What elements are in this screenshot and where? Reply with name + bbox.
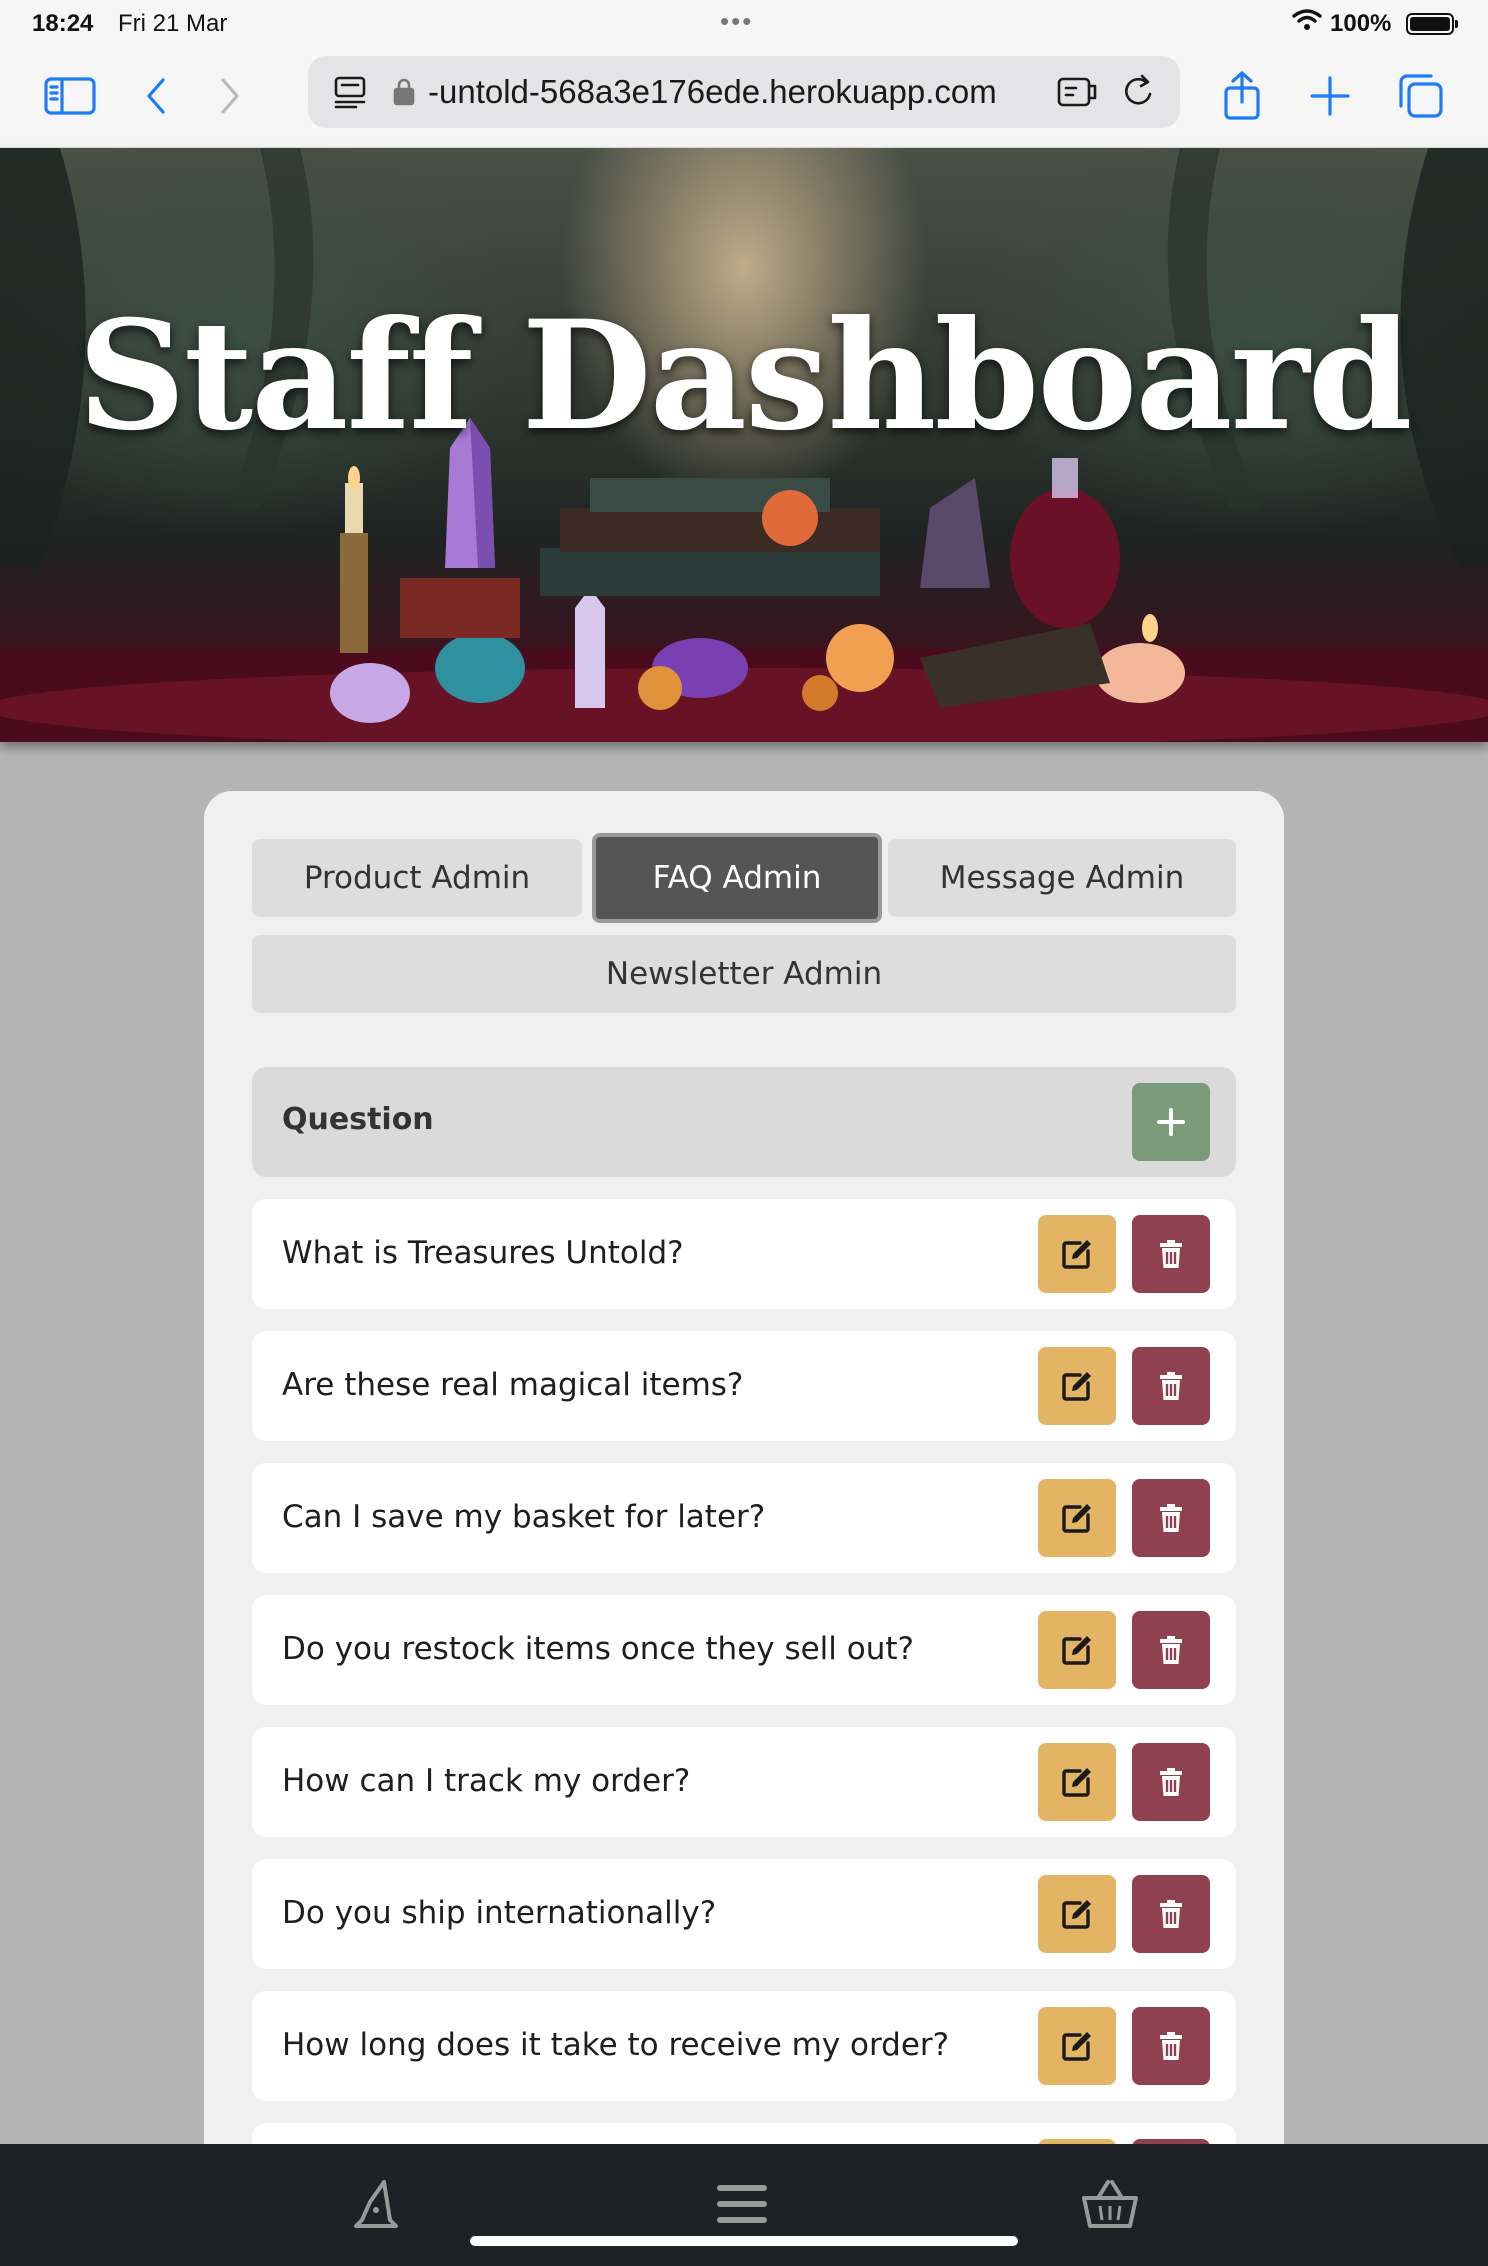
add-faq-button[interactable]: [1132, 1083, 1210, 1161]
faq-table-header: Question: [252, 1067, 1236, 1177]
edit-faq-button[interactable]: [1038, 1479, 1116, 1557]
faq-question-text: Are these real magical items?: [282, 1367, 744, 1403]
wifi-icon: [1292, 9, 1322, 30]
delete-faq-button[interactable]: [1132, 2007, 1210, 2085]
hero-banner: Staff Dashboard: [0, 148, 1488, 742]
wizard-hat-icon[interactable]: [346, 2174, 406, 2234]
faq-row: How can I track my order?: [252, 1727, 1236, 1837]
url-text[interactable]: -untold-568a3e176ede.herokuapp.com: [428, 73, 997, 111]
forward-icon[interactable]: [202, 70, 258, 122]
edit-icon: [1062, 1372, 1091, 1401]
battery-icon: [1406, 13, 1458, 35]
edit-faq-button[interactable]: [1038, 1215, 1116, 1293]
faq-row: How long does it take to receive my orde…: [252, 1991, 1236, 2101]
multitasking-dots-icon[interactable]: •••: [720, 6, 753, 37]
edit-faq-button[interactable]: [1038, 1875, 1116, 1953]
plus-icon: [1157, 1108, 1185, 1136]
tab-newsletter-admin[interactable]: Newsletter Admin: [252, 935, 1236, 1013]
menu-icon[interactable]: [712, 2174, 772, 2234]
faq-question-text: What is Treasures Untold?: [282, 1235, 684, 1271]
reader-icon[interactable]: [332, 74, 368, 110]
back-icon[interactable]: [128, 70, 184, 122]
faq-question-text: How can I track my order?: [282, 1763, 691, 1799]
faq-row: Can I save my basket for later?: [252, 1463, 1236, 1573]
trash-icon: [1160, 1636, 1182, 1664]
trash-icon: [1160, 1768, 1182, 1796]
edit-icon: [1062, 1768, 1091, 1797]
page-title: Staff Dashboard: [77, 288, 1413, 464]
faq-question-text: Do you ship internationally?: [282, 1895, 717, 1931]
url-bar[interactable]: -untold-568a3e176ede.herokuapp.com: [308, 56, 1180, 128]
admin-card: Product Admin FAQ Admin Message Admin Ne…: [204, 791, 1284, 2266]
browser-toolbar: -untold-568a3e176ede.herokuapp.com: [0, 48, 1488, 148]
extension-icon[interactable]: [1056, 74, 1100, 110]
bottom-nav: [0, 2144, 1488, 2266]
faq-question-text: Do you restock items once they sell out?: [282, 1631, 914, 1667]
status-bar: 18:24 Fri 21 Mar ••• 100%: [0, 0, 1488, 48]
edit-icon: [1062, 1900, 1091, 1929]
delete-faq-button[interactable]: [1132, 1875, 1210, 1953]
trash-icon: [1160, 1372, 1182, 1400]
lock-icon: [393, 78, 415, 106]
delete-faq-button[interactable]: [1132, 1215, 1210, 1293]
delete-faq-button[interactable]: [1132, 1611, 1210, 1689]
edit-icon: [1062, 1240, 1091, 1269]
edit-icon: [1062, 2032, 1091, 2061]
home-indicator[interactable]: [470, 2236, 1018, 2246]
status-time: 18:24: [32, 10, 94, 37]
trash-icon: [1160, 2032, 1182, 2060]
edit-icon: [1062, 1504, 1091, 1533]
question-column-header: Question: [282, 1102, 434, 1137]
delete-faq-button[interactable]: [1132, 1479, 1210, 1557]
faq-row: What is Treasures Untold?: [252, 1199, 1236, 1309]
trash-icon: [1160, 1900, 1182, 1928]
edit-faq-button[interactable]: [1038, 2007, 1116, 2085]
tabs-icon[interactable]: [1392, 70, 1448, 122]
trash-icon: [1160, 1504, 1182, 1532]
edit-faq-button[interactable]: [1038, 1347, 1116, 1425]
trash-icon: [1160, 1240, 1182, 1268]
battery-percentage: 100%: [1330, 10, 1392, 37]
reload-icon[interactable]: [1120, 72, 1158, 112]
status-date: Fri 21 Mar: [118, 10, 228, 37]
basket-icon[interactable]: [1080, 2174, 1140, 2234]
edit-icon: [1062, 1636, 1091, 1665]
edit-faq-button[interactable]: [1038, 1611, 1116, 1689]
new-tab-icon[interactable]: [1302, 70, 1358, 122]
delete-faq-button[interactable]: [1132, 1743, 1210, 1821]
share-icon[interactable]: [1214, 70, 1270, 122]
sidebar-icon[interactable]: [42, 70, 98, 122]
faq-row: Are these real magical items?: [252, 1331, 1236, 1441]
edit-faq-button[interactable]: [1038, 1743, 1116, 1821]
tab-product-admin[interactable]: Product Admin: [252, 839, 582, 917]
tab-faq-admin[interactable]: FAQ Admin: [592, 833, 882, 923]
faq-question-text: How long does it take to receive my orde…: [282, 2027, 950, 2063]
delete-faq-button[interactable]: [1132, 1347, 1210, 1425]
faq-row: Do you ship internationally?: [252, 1859, 1236, 1969]
faq-question-text: Can I save my basket for later?: [282, 1499, 766, 1535]
faq-row: Do you restock items once they sell out?: [252, 1595, 1236, 1705]
tab-message-admin[interactable]: Message Admin: [888, 839, 1236, 917]
